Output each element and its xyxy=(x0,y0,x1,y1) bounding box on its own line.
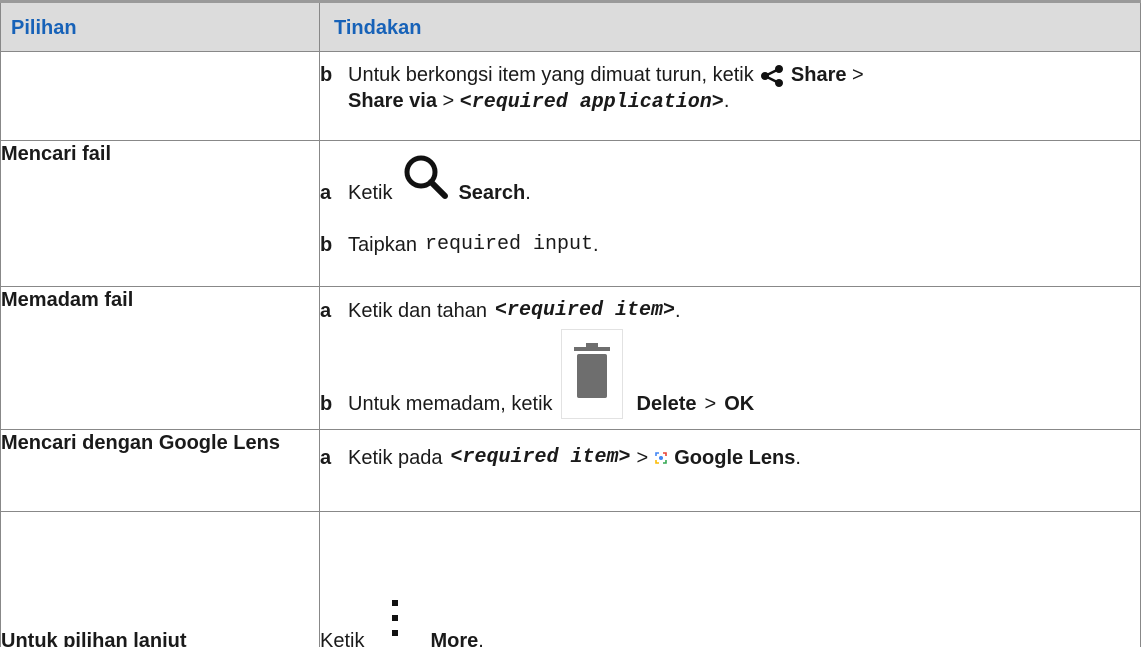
step-letter: a xyxy=(320,300,332,322)
step-end: . xyxy=(478,630,484,647)
google-lens-label: Google Lens xyxy=(674,447,796,469)
separator: > xyxy=(442,90,455,112)
step-letter: b xyxy=(320,64,333,86)
required-item: <required item> xyxy=(450,446,631,469)
table-row-more: Untuk pilihan lanjut Ketik More. xyxy=(0,511,1141,647)
option-cell-empty xyxy=(0,51,320,141)
option-pilihan-lanjut: Untuk pilihan lanjut xyxy=(0,511,320,647)
action-cell-share: b Untuk berkongsi item yang dimuat turun… xyxy=(319,51,1141,141)
step-text: Ketik dan tahan xyxy=(348,300,487,322)
more-vert-icon xyxy=(392,600,399,636)
search-icon xyxy=(404,155,449,199)
share-via-label: Share via xyxy=(348,90,437,112)
required-application: <required application> xyxy=(459,91,724,114)
action-cell-more: Ketik More. xyxy=(319,511,1141,647)
separator: > xyxy=(636,447,649,469)
separator: > xyxy=(704,393,717,415)
step-text-part: Untuk berkongsi item yang dimuat turun, … xyxy=(348,64,754,86)
search-label: Search xyxy=(458,182,526,204)
step-text: Untuk memadam, ketik xyxy=(348,393,553,415)
action-cell-google-lens: a Ketik pada <required item> > Google Le… xyxy=(319,429,1141,512)
table-row-search: Mencari fail a Ketik Search. b Taipkan r… xyxy=(0,140,1141,287)
step-more: Ketik More. xyxy=(320,598,1140,647)
step-end: . xyxy=(525,182,531,204)
action-cell-search: a Ketik Search. b Taipkan required input… xyxy=(319,140,1141,287)
document-page: Pilihan Tindakan b Untuk berkongsi item … xyxy=(0,0,1144,647)
step-letter: b xyxy=(320,393,333,415)
table-header-row: Pilihan Tindakan xyxy=(0,0,1141,52)
table-row-share: b Untuk berkongsi item yang dimuat turun… xyxy=(0,51,1141,141)
google-lens-icon xyxy=(655,452,668,464)
table-row-delete: Memadam fail a Ketik dan tahan <required… xyxy=(0,286,1141,430)
ok-label: OK xyxy=(724,393,755,415)
step-a-google-lens: a Ketik pada <required item> > Google Le… xyxy=(320,440,1140,476)
step-text: Untuk berkongsi item yang dimuat turun, … xyxy=(348,62,1140,116)
required-input: required input xyxy=(424,233,593,256)
header-tindakan: Tindakan xyxy=(319,0,1141,52)
more-label: More xyxy=(430,630,479,647)
step-end: . xyxy=(675,300,681,322)
action-cell-delete: a Ketik dan tahan <required item>. b Unt… xyxy=(319,286,1141,430)
option-google-lens: Mencari dengan Google Lens xyxy=(0,429,320,512)
options-table: Pilihan Tindakan b Untuk berkongsi item … xyxy=(0,0,1141,647)
step-end: . xyxy=(795,447,801,469)
required-item: <required item> xyxy=(495,299,676,322)
delete-label: Delete xyxy=(636,393,697,415)
table-row-google-lens: Mencari dengan Google Lens a Ketik pada … xyxy=(0,429,1141,512)
step-text: Ketik xyxy=(348,182,393,204)
step-a-delete: a Ketik dan tahan <required item>. xyxy=(320,293,1140,329)
option-memadam-fail: Memadam fail xyxy=(0,286,320,430)
step-b-search: b Taipkan required input. xyxy=(320,227,1140,263)
step-a-search: a Ketik Search. xyxy=(320,155,1140,223)
step-letter: a xyxy=(320,182,332,204)
step-text: Ketik pada xyxy=(348,447,443,469)
step-b-delete: b Untuk memadam, ketik Delete > OK xyxy=(320,329,1140,425)
header-pilihan: Pilihan xyxy=(0,0,320,52)
share-label: Share xyxy=(790,64,847,86)
step-text: Taipkan xyxy=(348,234,417,256)
step-end: . xyxy=(723,90,730,112)
share-icon xyxy=(761,64,784,87)
delete-icon xyxy=(560,329,623,419)
option-mencari-fail: Mencari fail xyxy=(0,140,320,287)
step-b-share: b Untuk berkongsi item yang dimuat turun… xyxy=(320,52,1140,116)
step-letter: a xyxy=(320,447,332,469)
step-text: Ketik xyxy=(320,630,365,647)
step-letter: b xyxy=(320,234,333,256)
separator: > xyxy=(852,64,864,86)
step-end: . xyxy=(592,234,599,256)
